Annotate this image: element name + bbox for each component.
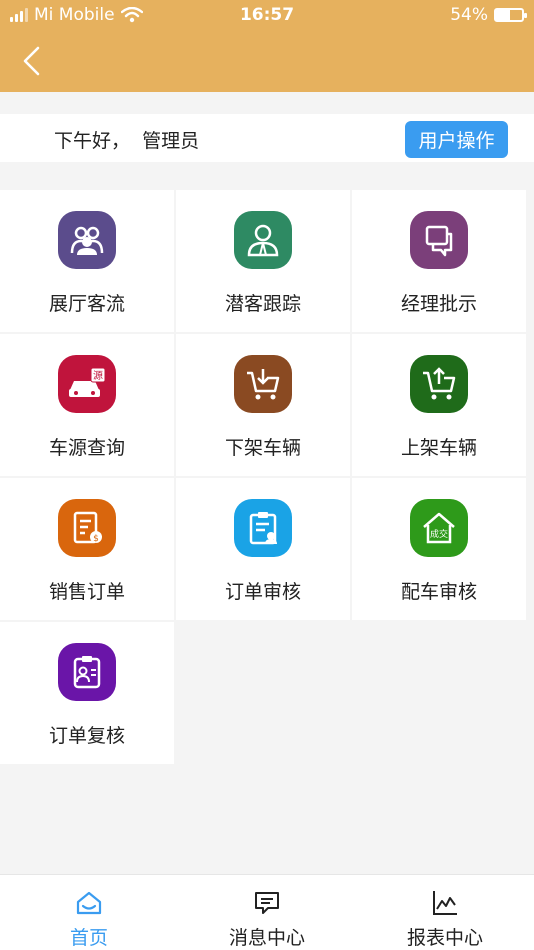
menu-item-label: 经理批示 bbox=[400, 293, 477, 315]
menu-item-list-vehicles[interactable]: 上架车辆 bbox=[352, 334, 526, 476]
svg-text:成交: 成交 bbox=[430, 528, 448, 540]
menu-item-prospect-tracking[interactable]: 潜客跟踪 bbox=[176, 190, 350, 332]
menu-item-vehicle-allocation-review[interactable]: 成交 配车审核 bbox=[352, 478, 526, 620]
car-source-icon: 源 bbox=[58, 355, 116, 413]
menu-item-showroom-traffic[interactable]: 展厅客流 bbox=[0, 190, 174, 332]
customer-person-icon bbox=[234, 211, 292, 269]
clipboard-review-icon bbox=[234, 499, 292, 557]
menu-item-label: 上架车辆 bbox=[400, 437, 477, 459]
nav-messages[interactable]: 消息中心 bbox=[178, 875, 356, 950]
cart-download-icon bbox=[234, 355, 292, 413]
home-icon bbox=[76, 891, 102, 915]
message-icon bbox=[255, 892, 279, 914]
nav-label: 报表中心 bbox=[406, 927, 483, 949]
nav-reports[interactable]: 报表中心 bbox=[356, 875, 534, 950]
svg-text:$: $ bbox=[93, 534, 99, 544]
battery-icon bbox=[494, 8, 527, 22]
bottom-nav: 首页 消息中心 报表中心 bbox=[0, 874, 534, 950]
greeting-text: 下午好， 管理员 bbox=[54, 130, 200, 152]
menu-item-label: 车源查询 bbox=[48, 437, 125, 459]
menu-item-label: 配车审核 bbox=[400, 581, 477, 603]
nav-label: 首页 bbox=[69, 927, 108, 949]
menu-item-car-source-query[interactable]: 源 车源查询 bbox=[0, 334, 174, 476]
menu-item-label: 销售订单 bbox=[48, 581, 125, 603]
nav-home[interactable]: 首页 bbox=[0, 875, 178, 950]
menu-item-label: 订单审核 bbox=[224, 581, 301, 603]
menu-item-label: 潜客跟踪 bbox=[224, 293, 301, 315]
sales-order-icon: $ bbox=[58, 499, 116, 557]
menu-item-label: 展厅客流 bbox=[48, 293, 125, 315]
app-header: Mi Mobile 16:57 54% bbox=[0, 0, 534, 92]
cart-upload-icon bbox=[410, 355, 468, 413]
menu-item-order-review[interactable]: 订单审核 bbox=[176, 478, 350, 620]
chart-icon bbox=[433, 891, 457, 915]
chat-bubbles-icon bbox=[410, 211, 468, 269]
back-button[interactable] bbox=[20, 44, 44, 78]
battery-percent: 54% bbox=[450, 5, 488, 25]
user-operation-button[interactable]: 用户操作 bbox=[405, 121, 508, 158]
house-deal-icon: 成交 bbox=[410, 499, 468, 557]
nav-label: 消息中心 bbox=[228, 927, 305, 949]
svg-text:源: 源 bbox=[93, 369, 103, 382]
order-recheck-icon bbox=[58, 643, 116, 701]
menu-item-sales-orders[interactable]: $ 销售订单 bbox=[0, 478, 174, 620]
status-bar: Mi Mobile 16:57 54% bbox=[0, 0, 534, 32]
menu-item-label: 订单复核 bbox=[48, 725, 125, 747]
menu-item-delist-vehicles[interactable]: 下架车辆 bbox=[176, 334, 350, 476]
menu-item-order-recheck[interactable]: 订单复核 bbox=[0, 622, 174, 764]
people-group-icon bbox=[58, 211, 116, 269]
menu-item-label: 下架车辆 bbox=[224, 437, 301, 459]
menu-item-manager-instructions[interactable]: 经理批示 bbox=[352, 190, 526, 332]
